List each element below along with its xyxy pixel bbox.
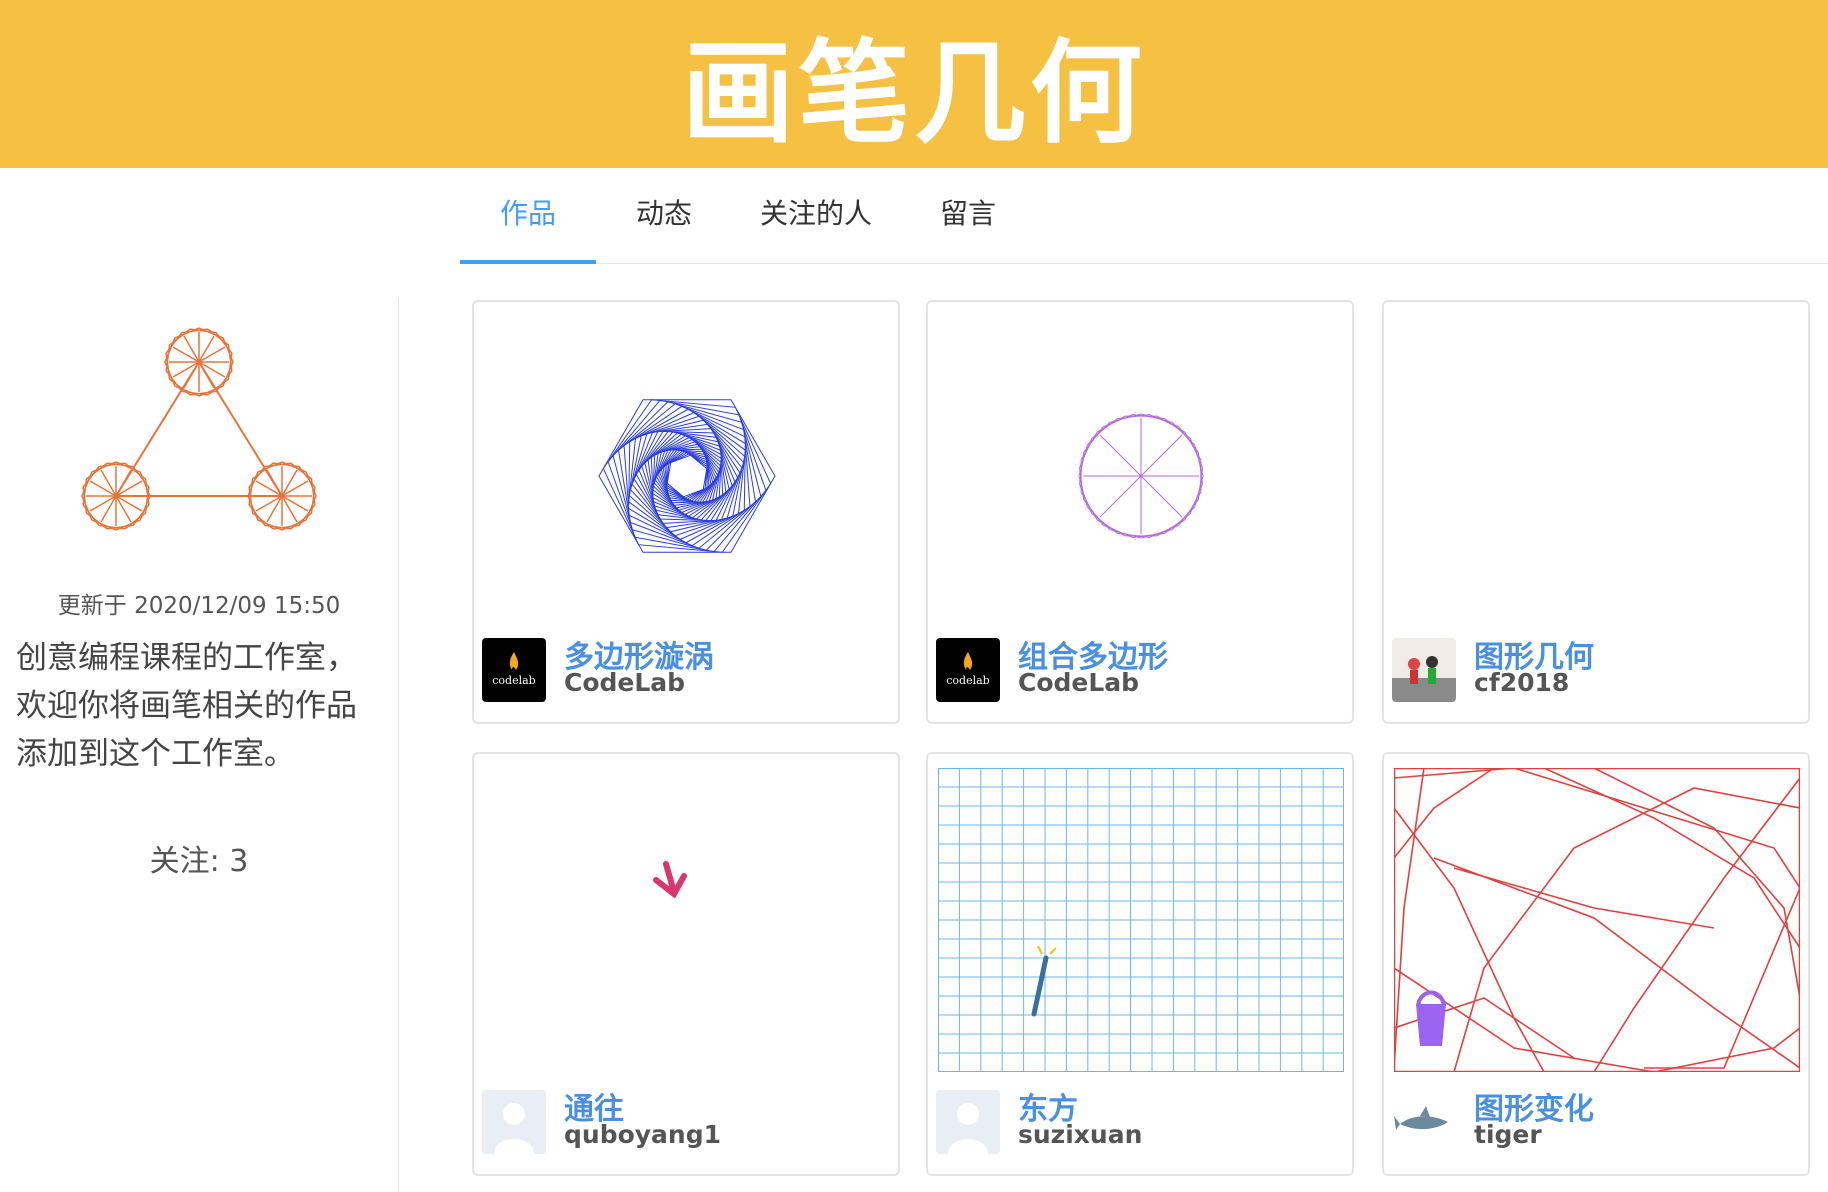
updated-time: 更新于 2020/12/09 15:50 [57,593,341,619]
sidebar: 更新于 2020/12/09 15:50 创意编程课程的工作室，欢迎你将画笔相关… [0,298,399,1192]
studio-title: 画笔几何 [682,29,1146,159]
bucket-icon [1416,990,1446,1046]
project-card[interactable]: 图形变化 tiger [1382,752,1810,1176]
project-thumbnail[interactable] [484,316,890,620]
svg-text:codelab: codelab [946,674,989,687]
tab-following[interactable]: 关注的人 [732,168,900,263]
project-thumbnail[interactable] [938,768,1344,1072]
project-author[interactable]: suzixuan [1018,1120,1142,1149]
follow-count: 关注: 3 [149,844,249,879]
codelab-logo-icon[interactable]: codelab [936,638,1000,702]
project-author[interactable]: cf2018 [1474,668,1569,697]
project-author[interactable]: tiger [1474,1120,1542,1149]
project-author[interactable]: quboyang1 [564,1120,721,1149]
header-banner: 画笔几何 [0,0,1828,168]
project-card[interactable]: codelab 多边形漩涡 CodeLab [472,300,900,724]
project-author[interactable]: CodeLab [1018,668,1139,697]
codelab-logo-icon[interactable]: codelab [482,638,546,702]
tab-active-indicator [460,260,596,264]
tab-bar: 作品 动态 关注的人 留言 [460,168,1828,264]
shark-avatar[interactable] [1392,1090,1456,1154]
default-avatar-icon[interactable] [482,1090,546,1154]
project-card[interactable]: codelab 组合多边形 CodeLab [926,300,1354,724]
svg-text:codelab: codelab [492,674,535,687]
studio-logo [81,327,317,531]
project-thumbnail[interactable] [938,316,1344,620]
tab-comments[interactable]: 留言 [900,168,1036,263]
project-author[interactable]: CodeLab [564,668,685,697]
project-card[interactable]: 图形几何 cf2018 [1382,300,1810,724]
tab-activity[interactable]: 动态 [596,168,732,263]
project-card[interactable]: 东方 suzixuan [926,752,1354,1176]
tab-works[interactable]: 作品 [460,168,596,263]
photo-avatar[interactable] [1392,638,1456,702]
default-avatar-icon[interactable] [936,1090,1000,1154]
project-thumbnail[interactable] [1394,316,1800,620]
project-thumbnail[interactable] [1394,768,1800,1072]
project-card[interactable]: 通往 quboyang1 [472,752,900,1176]
project-thumbnail[interactable] [484,768,890,1072]
studio-description: 创意编程课程的工作室，欢迎你将画笔相关的作品添加到这个工作室。 [16,640,357,772]
